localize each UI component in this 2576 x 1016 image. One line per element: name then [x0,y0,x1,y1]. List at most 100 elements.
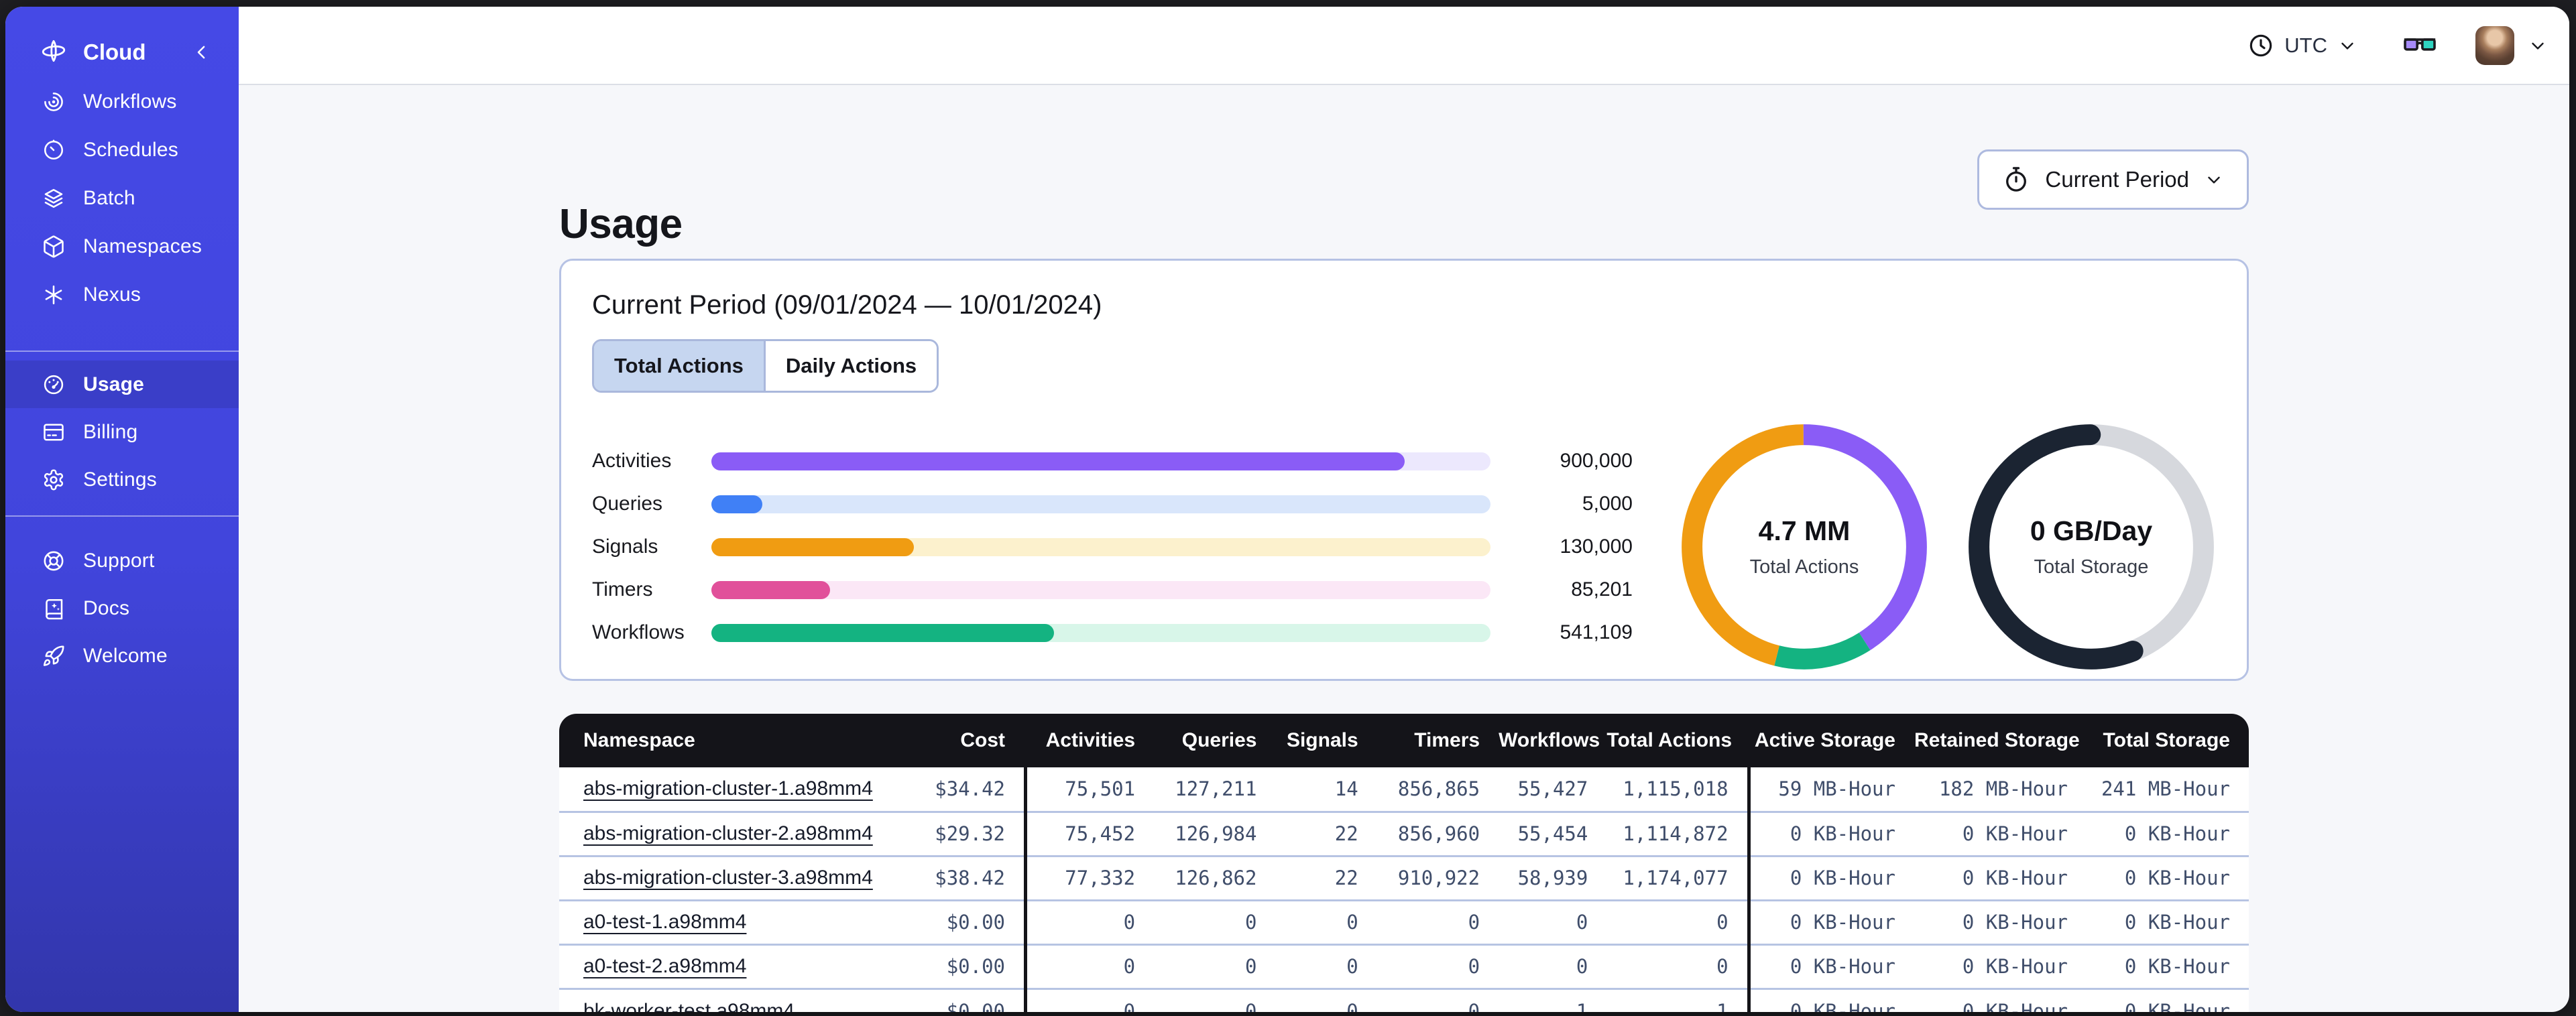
sidebar-item-schedules[interactable]: Schedules [5,126,239,174]
title-row: Usage Current Period [559,149,2249,248]
settings-gear-icon [42,468,66,492]
retained_storage-cell: 182 MB-Hour [1914,767,2087,812]
namespace-cell: a0-test-1.a98mm4 [559,899,915,944]
active_storage-cell: 0 KB-Hour [1749,943,1914,989]
sidebar-item-docs[interactable]: Docs [5,584,239,632]
card-title: Current Period (09/01/2024 — 10/01/2024) [592,290,1102,320]
namespace-cell: a0-test-2.a98mm4 [559,943,915,989]
bar-fill [711,580,830,599]
namespace-link[interactable]: a0-test-1.a98mm4 [583,911,746,933]
timezone-selector[interactable]: UTC [2247,32,2357,59]
bar-track [711,623,1490,642]
timers-cell: 856,960 [1377,810,1499,856]
column-header-active_storage: Active Storage [1749,714,1914,767]
signals-cell: 0 [1275,943,1377,989]
workflows-cell: 55,454 [1499,810,1607,856]
total_storage-cell: 0 KB-Hour [2087,854,2249,900]
sidebar-item-label: Nexus [83,283,141,306]
sidebar-item-label: Welcome [83,644,168,667]
namespace-link[interactable]: abs-migration-cluster-2.a98mm4 [583,822,873,844]
retained_storage-cell: 0 KB-Hour [1914,810,2087,856]
sidebar-nav-account: Usage Billing Settings [5,361,239,503]
sidebar-item-batch[interactable]: Batch [5,174,239,223]
timers-cell: 0 [1377,943,1499,989]
total_actions-cell: 1,174,077 [1606,854,1751,900]
table-row: abs-migration-cluster-1.a98mm4 $34.42 75,5… [559,767,2249,812]
bar-track [711,452,1490,470]
sidebar-item-settings[interactable]: Settings [5,456,239,503]
activities-cell: 0 [1025,987,1155,1012]
page-content: Usage Current Period Current Period (09/… [239,85,2569,1012]
total_actions-cell: 0 [1606,899,1751,944]
table-header: Namespace Cost Activities Queries Signals Tim… [559,714,2249,767]
usage-gauge-icon [42,373,66,397]
sidebar-item-billing[interactable]: Billing [5,408,239,456]
bar-label: Workflows [592,621,685,643]
docs-book-icon [42,596,66,621]
brand-row: Cloud [5,31,239,74]
sidebar-item-label: Billing [83,420,138,443]
bar-value: 900,000 [1560,450,1633,472]
retained_storage-cell: 0 KB-Hour [1914,987,2087,1012]
sidebar-item-nexus[interactable]: Nexus [5,271,239,319]
signals-cell: 0 [1275,899,1377,944]
total_storage-cell: 0 KB-Hour [2087,943,2249,989]
bar-value: 85,201 [1571,578,1633,600]
sidebar-item-label: Docs [83,596,130,619]
signals-cell: 0 [1275,987,1377,1012]
sidebar-collapse-button[interactable] [192,42,212,62]
sidebar-item-workflows[interactable]: Workflows [5,78,239,126]
sidebar-divider [5,515,239,517]
tab-total-actions[interactable]: Total Actions [594,341,766,391]
topbar: UTC [239,7,2569,85]
table-row: abs-migration-cluster-2.a98mm4 $29.32 75,4… [559,810,2249,856]
namespace-cell: abs-migration-cluster-3.a98mm4 [559,854,915,900]
namespace-link[interactable]: a0-test-2.a98mm4 [583,955,746,977]
namespace-link[interactable]: bk-worker-test.a98mm4 [583,1000,795,1012]
sidebar-item-welcome[interactable]: Welcome [5,632,239,680]
total_actions-cell: 1,114,872 [1606,810,1751,856]
queries-cell: 126,984 [1154,810,1276,856]
support-lifebuoy-icon [42,549,66,573]
active_storage-cell: 0 KB-Hour [1749,810,1914,856]
donut-value: 0 GB/Day [2030,515,2153,546]
column-header-timers: Timers [1377,714,1499,767]
sidebar-item-namespaces[interactable]: Namespaces [5,223,239,271]
signals-cell: 14 [1275,767,1377,812]
sidebar-item-label: Usage [83,373,145,395]
queries-cell: 127,211 [1154,767,1276,812]
clock-icon [2247,32,2274,59]
total_actions-cell: 0 [1606,943,1751,989]
sidebar-divider [5,351,239,352]
glasses-icon [2400,26,2439,65]
bar-row-queries: Queries 5,000 [592,483,1633,525]
brand-label: Cloud [83,40,146,64]
welcome-rocket-icon [42,644,66,668]
cost-cell: $29.32 [914,810,1028,856]
labs-mode-toggle[interactable] [2400,26,2439,65]
retained_storage-cell: 0 KB-Hour [1914,854,2087,900]
activities-cell: 0 [1025,943,1155,989]
sidebar-item-support[interactable]: Support [5,537,239,584]
user-menu[interactable] [2475,25,2548,65]
workflows-icon [42,90,66,114]
tab-daily-actions[interactable]: Daily Actions [765,341,937,391]
donut-center: 0 GB/Day Total Storage [1967,422,2216,672]
bar-track [711,495,1490,513]
usage-visuals: Activities 900,000 Queries 5,000 Signals 130,… [592,422,2216,672]
activities-cell: 75,452 [1025,810,1155,856]
sidebar-item-usage[interactable]: Usage [5,361,239,408]
total-actions-donut: 4.7 MM Total Actions [1680,422,1929,672]
stopwatch-icon [2002,166,2030,194]
period-selector-button[interactable]: Current Period [1977,149,2249,210]
bar-row-workflows: Workflows 541,109 [592,611,1633,654]
sidebar: Cloud Workflows Schedules Batch Namespaces N… [5,7,239,1012]
user-avatar [2475,25,2514,65]
bar-fill [711,452,1405,470]
namespace-link[interactable]: abs-migration-cluster-1.a98mm4 [583,777,873,800]
billing-card-icon [42,420,66,444]
bar-row-signals: Signals 130,000 [592,525,1633,568]
total_actions-cell: 1,115,018 [1606,767,1751,812]
namespace-link[interactable]: abs-migration-cluster-3.a98mm4 [583,867,873,889]
activities-cell: 77,332 [1025,854,1155,900]
